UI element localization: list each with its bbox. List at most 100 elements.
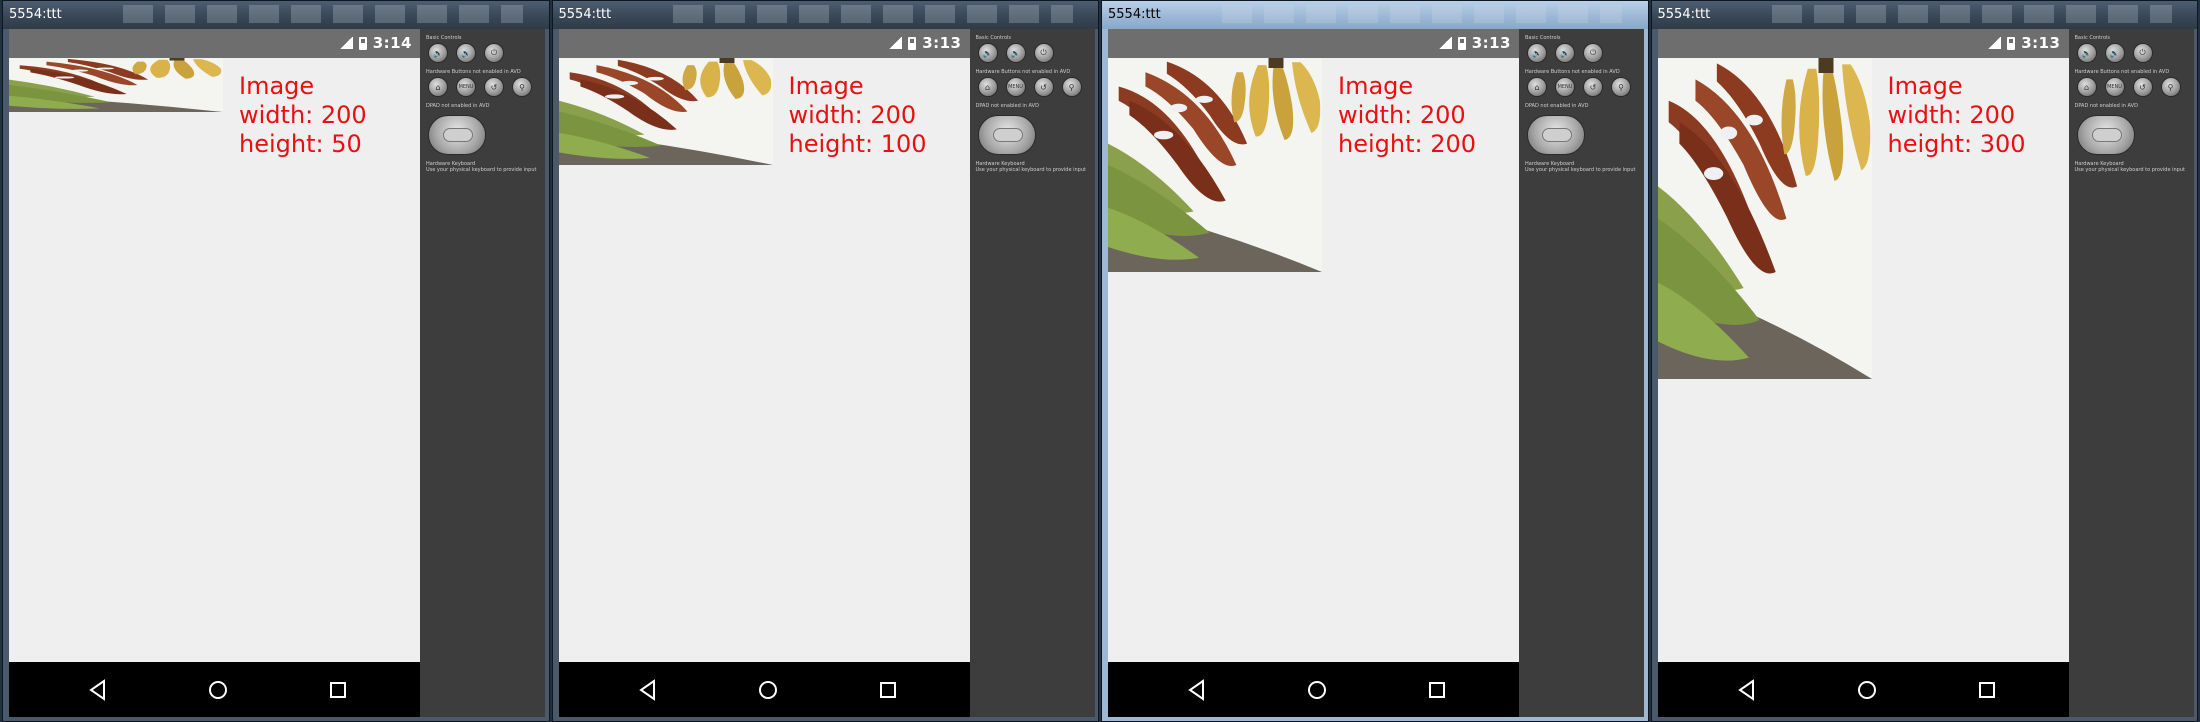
signal-icon [1437, 37, 1452, 49]
keyboard-hint-label: Use your physical keyboard to provide in… [426, 167, 537, 173]
home-circle-icon [1857, 681, 1876, 699]
recents-button[interactable] [1974, 677, 2000, 703]
back-triangle-icon [638, 679, 655, 701]
hw-rotate-button[interactable]: ↺ [1583, 77, 1603, 97]
dpad-center[interactable] [1542, 128, 1572, 142]
home-button[interactable] [205, 677, 231, 703]
back-button[interactable] [1734, 677, 1760, 703]
info-width: width: 200 [239, 101, 367, 129]
window-titlebar[interactable]: 5554:ttt [1102, 1, 1648, 29]
hw-search-button[interactable]: ⚲ [1061, 77, 1082, 97]
back-button[interactable] [635, 677, 661, 703]
recents-button[interactable] [1424, 677, 1450, 703]
hw-menu-button[interactable]: MENU [1555, 77, 1575, 97]
banana-image [558, 58, 773, 165]
dpad-center[interactable] [443, 128, 473, 142]
recents-button[interactable] [325, 677, 351, 703]
dpad-control[interactable] [977, 115, 1036, 155]
hardware-buttons-label: Hardware Buttons not enabled in AVD [426, 69, 521, 75]
search-icon: ⚲ [1068, 82, 1075, 92]
volume-up-button[interactable]: 🔊 [456, 43, 476, 63]
info-width: width: 200 [788, 101, 917, 129]
hw-home-button[interactable]: ⌂ [428, 77, 448, 97]
titlebar-background [1771, 5, 2172, 23]
hardware-buttons-label: Hardware Buttons not enabled in AVD [2074, 69, 2170, 75]
battery-icon [908, 36, 917, 50]
dpad-label: DPAD not enabled in AVD [426, 103, 490, 109]
emulator-window[interactable]: 5554:ttt 3:13 [1650, 0, 2198, 722]
dpad-center[interactable] [2091, 128, 2122, 142]
desktop: 5554:ttt 3:14 Image width: 200 height: 5… [0, 0, 2200, 722]
window-titlebar[interactable]: 5554:ttt [3, 1, 549, 29]
emulator-window[interactable]: 5554:ttt 3:13 [1101, 0, 1649, 722]
home-circle-icon [209, 681, 227, 699]
phone-screen[interactable]: 3:14 Image width: 200 height: 50 [9, 29, 420, 717]
emulator-controls-panel: Basic Controls 🔈 🔊 ⏻ Hardware Buttons no… [420, 29, 545, 717]
hw-rotate-button[interactable]: ↺ [2132, 77, 2153, 97]
power-icon: ⏻ [1040, 48, 1047, 57]
phone-screen[interactable]: 3:13 [558, 29, 970, 717]
dpad-control[interactable] [2076, 115, 2135, 155]
home-button[interactable] [755, 677, 781, 703]
info-title: Image [1338, 72, 1414, 100]
phone-screen[interactable]: 3:13 [1657, 29, 2069, 717]
hardware-buttons-label: Hardware Buttons not enabled in AVD [1525, 69, 1620, 75]
volume-up-button[interactable]: 🔊 [1005, 43, 1026, 63]
info-height: height: 200 [1338, 130, 1477, 158]
dpad-control[interactable] [428, 115, 486, 155]
keyboard-hint-label: Use your physical keyboard to provide in… [1525, 167, 1636, 173]
search-icon: ⚲ [519, 82, 525, 92]
volume-down-button[interactable]: 🔈 [1527, 43, 1547, 63]
window-title: 5554:ttt [9, 7, 62, 22]
power-button[interactable]: ⏻ [2132, 43, 2153, 63]
hw-menu-button[interactable]: MENU [1005, 77, 1026, 97]
hw-menu-button[interactable]: MENU [2104, 77, 2125, 97]
signal-icon [888, 37, 903, 49]
back-triangle-icon [89, 679, 105, 701]
app-content: Image width: 200 height: 200 [1108, 58, 1519, 662]
recents-button[interactable] [875, 677, 901, 703]
signal-icon [338, 37, 353, 49]
titlebar-background [123, 5, 523, 23]
status-clock: 3:14 [372, 34, 412, 52]
volume-down-button[interactable]: 🔈 [977, 43, 998, 63]
app-content: Image width: 200 height: 50 [9, 58, 420, 662]
volume-up-button[interactable]: 🔊 [1555, 43, 1575, 63]
home-button[interactable] [1304, 677, 1330, 703]
back-button[interactable] [1184, 677, 1210, 703]
window-titlebar[interactable]: 5554:ttt [1651, 1, 2197, 29]
power-button[interactable]: ⏻ [1033, 43, 1054, 63]
hw-home-button[interactable]: ⌂ [977, 77, 998, 97]
home-button[interactable] [1854, 677, 1880, 703]
window-title: 5554:ttt [1657, 7, 1711, 22]
hw-home-button[interactable]: ⌂ [2076, 77, 2097, 97]
emulator-window[interactable]: 5554:ttt 3:13 [551, 0, 1099, 722]
emulator-window[interactable]: 5554:ttt 3:14 Image width: 200 height: 5… [2, 0, 550, 722]
home-circle-icon [1308, 681, 1326, 699]
dpad-control[interactable] [1527, 115, 1585, 155]
window-titlebar[interactable]: 5554:ttt [552, 1, 1098, 29]
hw-search-button[interactable]: ⚲ [2160, 77, 2181, 97]
phone-screen[interactable]: 3:13 [1108, 29, 1519, 717]
rotate-icon: ↺ [1040, 82, 1047, 92]
hw-home-button[interactable]: ⌂ [1527, 77, 1547, 97]
hw-rotate-button[interactable]: ↺ [1033, 77, 1054, 97]
power-button[interactable]: ⏻ [1583, 43, 1603, 63]
hw-search-button[interactable]: ⚲ [1611, 77, 1631, 97]
hw-rotate-button[interactable]: ↺ [484, 77, 504, 97]
volume-down-button[interactable]: 🔈 [2076, 43, 2097, 63]
status-clock: 3:13 [922, 34, 962, 52]
recent-square-icon [879, 682, 896, 698]
hw-menu-button[interactable]: MENU [456, 77, 476, 97]
info-title: Image [1887, 72, 1963, 100]
volume-up-button[interactable]: 🔊 [2104, 43, 2125, 63]
rotate-icon: ↺ [1589, 82, 1597, 92]
titlebar-background [1222, 5, 1622, 23]
volume-down-button[interactable]: 🔈 [428, 43, 448, 63]
back-button[interactable] [85, 677, 111, 703]
dpad-center[interactable] [992, 128, 1023, 142]
power-button[interactable]: ⏻ [484, 43, 504, 63]
hw-search-button[interactable]: ⚲ [512, 77, 532, 97]
app-content: Image width: 200 height: 300 [1657, 58, 2069, 662]
navigation-bar [1108, 662, 1519, 717]
